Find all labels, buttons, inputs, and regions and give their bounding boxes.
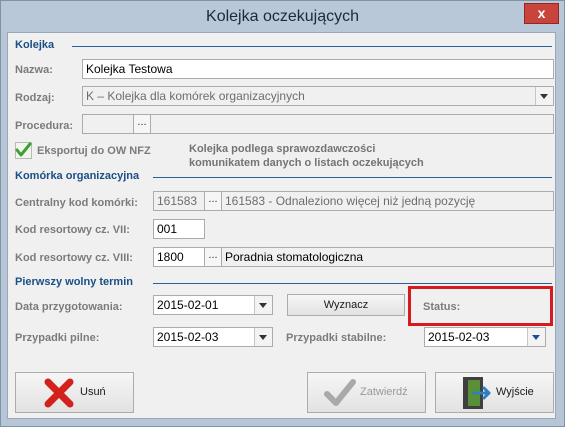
przypadki-pilne-value: 2015-02-03 [157, 330, 219, 344]
exit-button-label: Wyjście [496, 386, 534, 398]
checkmark-icon [324, 379, 356, 406]
confirm-button[interactable]: Zatwierdź [307, 372, 426, 413]
nazwa-label: Nazwa: [15, 64, 53, 76]
procedura-code-input[interactable] [82, 114, 134, 134]
rodzaj-label: Rodzaj: [15, 92, 55, 104]
kod-viii-label: Kod resortowy cz. VIII: [15, 252, 133, 264]
rodzaj-value: K – Kolejka dla komórek organizacyjnych [86, 89, 305, 103]
przypadki-stabilne-label: Przypadki stabilne: [286, 332, 387, 344]
kod-viii-input[interactable]: 1800 [153, 247, 205, 267]
kod-viii-description: Poradnia stomatologiczna [221, 247, 554, 267]
section-divider [153, 177, 552, 178]
delete-button-label: Usuń [80, 386, 106, 398]
section-termin-title: Pierwszy wolny termin [15, 276, 133, 288]
close-icon: x [537, 5, 546, 21]
dialog-body: Kolejka Nazwa: Kolejka Testowa Rodzaj: K… [7, 32, 556, 419]
section-kolejka-title: Kolejka [15, 39, 55, 51]
confirm-button-label: Zatwierdź [360, 386, 408, 398]
centralny-code-input[interactable]: 161583 [153, 191, 205, 211]
exit-door-icon [463, 377, 491, 409]
przypadki-stabilne-datepicker[interactable]: 2015-02-03 [424, 327, 546, 347]
sprawozdawczosc-note: Kolejka podlega sprawozdawczości komunik… [189, 142, 424, 170]
rodzaj-select[interactable]: K – Kolejka dla komórek organizacyjnych [82, 86, 554, 106]
eksport-checkbox[interactable] [15, 142, 32, 159]
wyznacz-button[interactable]: Wyznacz [287, 294, 405, 316]
procedura-description [150, 114, 554, 134]
chevron-down-icon[interactable] [254, 328, 272, 346]
nazwa-input[interactable]: Kolejka Testowa [82, 59, 554, 79]
delete-button[interactable]: Usuń [15, 372, 134, 413]
data-przygotowania-label: Data przygotowania: [15, 301, 123, 313]
delete-icon [44, 378, 74, 408]
kod-vii-input[interactable]: 001 [153, 219, 205, 239]
procedura-browse-button[interactable]: ... [133, 114, 151, 134]
centralny-browse-button[interactable]: ... [204, 191, 222, 211]
przypadki-pilne-datepicker[interactable]: 2015-02-03 [153, 327, 273, 347]
przypadki-stabilne-value: 2015-02-03 [428, 330, 490, 344]
kod-vii-label: Kod resortowy cz. VII: [15, 224, 130, 236]
przypadki-pilne-label: Przypadki pilne: [15, 332, 100, 344]
data-przygotowania-datepicker[interactable]: 2015-02-01 [153, 295, 273, 315]
kod-viii-browse-button[interactable]: ... [204, 247, 222, 267]
section-divider [153, 283, 552, 284]
window-title: Kolejka oczekujących [206, 8, 359, 25]
section-komorka-title: Komórka organizacyjna [15, 170, 140, 182]
data-przygotowania-value: 2015-02-01 [157, 298, 219, 312]
centralny-description: 161583 - Odnaleziono więcej niż jedną po… [221, 191, 554, 211]
section-divider [72, 46, 552, 47]
check-icon [15, 142, 32, 157]
procedura-label: Procedura: [15, 120, 74, 132]
exit-button[interactable]: Wyjście [435, 372, 554, 413]
chevron-down-icon[interactable] [527, 328, 545, 346]
chevron-down-icon[interactable] [254, 296, 272, 314]
title-bar[interactable]: Kolejka oczekujących x [1, 1, 564, 33]
centralny-label: Centralny kod komórki: [15, 197, 138, 209]
chevron-down-icon[interactable] [535, 87, 553, 105]
status-highlight-box [408, 286, 553, 326]
note-line-2: komunikatem danych o listach oczekującyc… [189, 157, 424, 169]
close-button[interactable]: x [524, 3, 559, 24]
eksport-label: Eksportuj do OW NFZ [37, 145, 151, 157]
note-line-1: Kolejka podlega sprawozdawczości [189, 143, 376, 155]
